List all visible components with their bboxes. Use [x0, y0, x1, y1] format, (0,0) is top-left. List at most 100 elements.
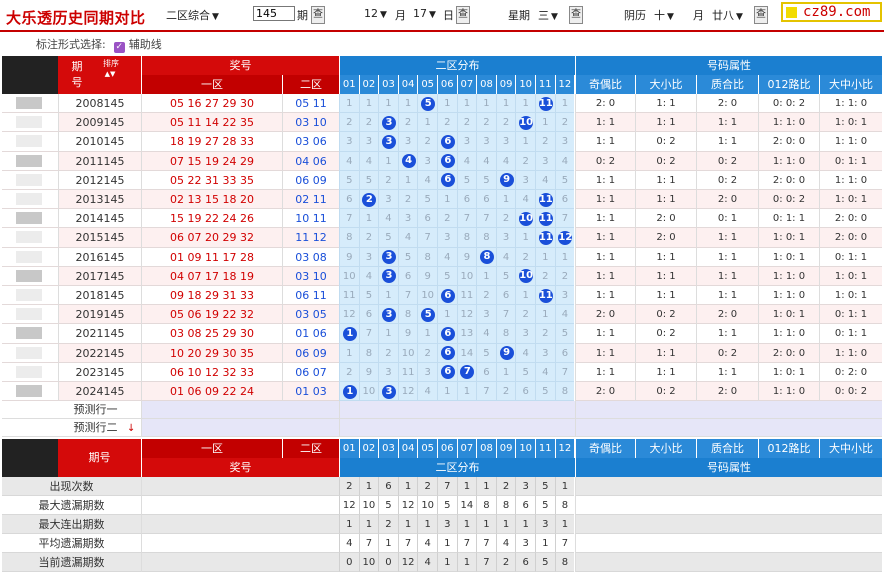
miss-count: 6 [554, 190, 575, 210]
attribute-value: 1: 1 [635, 286, 696, 306]
chevron-down-icon: ▼ [380, 10, 387, 20]
distribution-cell: 3 [378, 305, 398, 325]
predict-distribution-cell[interactable] [339, 419, 575, 438]
miss-count: 3 [437, 228, 457, 248]
day-select[interactable]: 17 ▼ [413, 7, 436, 20]
miss-count: 1 [417, 113, 437, 133]
stat-value: 8 [554, 496, 575, 516]
back-zone-numbers: 06 07 [282, 362, 339, 382]
stat-value: 7 [397, 534, 418, 554]
hit-ball: 3 [381, 134, 396, 149]
stat-value: 0 [378, 553, 398, 573]
miss-count: 5 [554, 324, 575, 344]
miss-count: 11 [397, 362, 418, 382]
attribute-value: 0: 2 [696, 151, 758, 171]
hit-ball: 5 [421, 96, 436, 111]
attribute-value: 1: 1 [696, 113, 758, 133]
month-select[interactable]: 12 ▼ [364, 7, 387, 20]
issue-input[interactable] [253, 6, 295, 21]
stat-value: 5 [378, 496, 398, 516]
stat-value: 12 [397, 496, 418, 516]
miss-count: 5 [554, 170, 575, 190]
avatar-placeholder [16, 250, 42, 263]
miss-count: 5 [358, 170, 379, 190]
zone2-number-header: 01 [339, 75, 359, 94]
miss-count: 6 [397, 266, 418, 286]
avatar-placeholder [16, 173, 42, 186]
hit-ball: 11 [538, 288, 553, 303]
miss-count: 8 [339, 228, 359, 248]
predict-attribute-cell[interactable] [575, 419, 882, 438]
distribution-cell: 4 [397, 151, 418, 171]
stat-value: 8 [495, 496, 516, 516]
miss-count: 5 [456, 170, 477, 190]
zone1-header: 一区 [141, 75, 282, 94]
zone2-number-header: 12 [554, 75, 575, 94]
distribution-cell: 2 [358, 190, 379, 210]
stat-value: 1 [554, 515, 575, 535]
stat-value: 14 [456, 496, 477, 516]
miss-count: 4 [358, 151, 379, 171]
lunar-month-select[interactable]: 十 ▼ [654, 7, 674, 23]
distribution-cell: 10 [515, 113, 535, 133]
predict-prize-cell[interactable] [141, 419, 339, 438]
miss-count: 4 [554, 151, 575, 171]
attribute-value: 1: 1 [575, 362, 635, 382]
mode-select-value: 二区综合 [166, 9, 210, 22]
front-zone-numbers: 10 20 29 30 35 [141, 343, 282, 363]
down-arrow-icon[interactable]: ↓ [127, 423, 135, 434]
stat-value: 1 [456, 477, 477, 497]
miss-count: 2 [417, 343, 437, 363]
miss-count: 10 [397, 343, 418, 363]
miss-count: 8 [554, 382, 575, 402]
zone2-number-footer-header: 02 [358, 439, 379, 459]
miss-count: 2 [535, 132, 555, 152]
mode-select[interactable]: 二区综合 ▼ [166, 7, 219, 23]
miss-count: 1 [515, 94, 535, 114]
miss-count: 4 [476, 324, 496, 344]
predict-attribute-cell[interactable] [575, 401, 882, 420]
attribute-value: 1: 1 [575, 343, 635, 363]
miss-count: 1 [515, 132, 535, 152]
query-button-2[interactable]: 查 [456, 6, 470, 24]
attr-column-footer-header: 大小比 [635, 439, 696, 459]
miss-count: 4 [515, 343, 535, 363]
avatar-placeholder [16, 308, 42, 321]
sort-arrows-icon[interactable]: ▲▼ [100, 69, 120, 79]
attribute-value: 1: 1 [575, 209, 635, 229]
attribute-value: 0: 1 [696, 209, 758, 229]
query-button-3[interactable]: 查 [569, 6, 583, 24]
predict-prize-cell[interactable] [141, 401, 339, 420]
attribute-value: 1: 1 [696, 132, 758, 152]
hit-ball: 6 [440, 346, 455, 361]
back-zone-numbers: 06 11 [282, 286, 339, 306]
lunar-day-select[interactable]: 廿八 ▼ [712, 7, 743, 23]
miss-count: 1 [339, 343, 359, 363]
front-zone-numbers: 05 16 27 29 30 [141, 94, 282, 114]
miss-count: 1 [358, 94, 379, 114]
week-select[interactable]: 三 ▼ [538, 7, 558, 23]
miss-count: 3 [515, 170, 535, 190]
miss-count: 6 [476, 362, 496, 382]
distribution-cell: 3 [378, 382, 398, 402]
stat-value: 1 [378, 534, 398, 554]
lunar-label: 阴历 [624, 9, 646, 22]
zone2-number-header: 09 [495, 75, 516, 94]
back-zone-numbers: 01 03 [282, 382, 339, 402]
hit-ball: 6 [440, 154, 455, 169]
issue-header-label: 期 [71, 60, 83, 73]
distribution-cell: 11 [535, 94, 555, 114]
miss-count: 1 [437, 190, 457, 210]
query-button-1[interactable]: 查 [311, 6, 325, 24]
site-logo[interactable]: cz89.com [781, 2, 882, 22]
miss-count: 9 [417, 266, 437, 286]
avatar-placeholder [16, 212, 42, 225]
hit-ball: 12 [558, 230, 573, 245]
distribution-cell: 12 [554, 228, 575, 248]
auxiliary-line-checkbox[interactable]: ✓ [113, 42, 125, 53]
back-zone-numbers: 02 11 [282, 190, 339, 210]
hit-ball: 9 [499, 346, 514, 361]
query-button-4[interactable]: 查 [754, 6, 768, 24]
attribute-value: 1: 1: 0 [758, 286, 819, 306]
predict-distribution-cell[interactable] [339, 401, 575, 420]
